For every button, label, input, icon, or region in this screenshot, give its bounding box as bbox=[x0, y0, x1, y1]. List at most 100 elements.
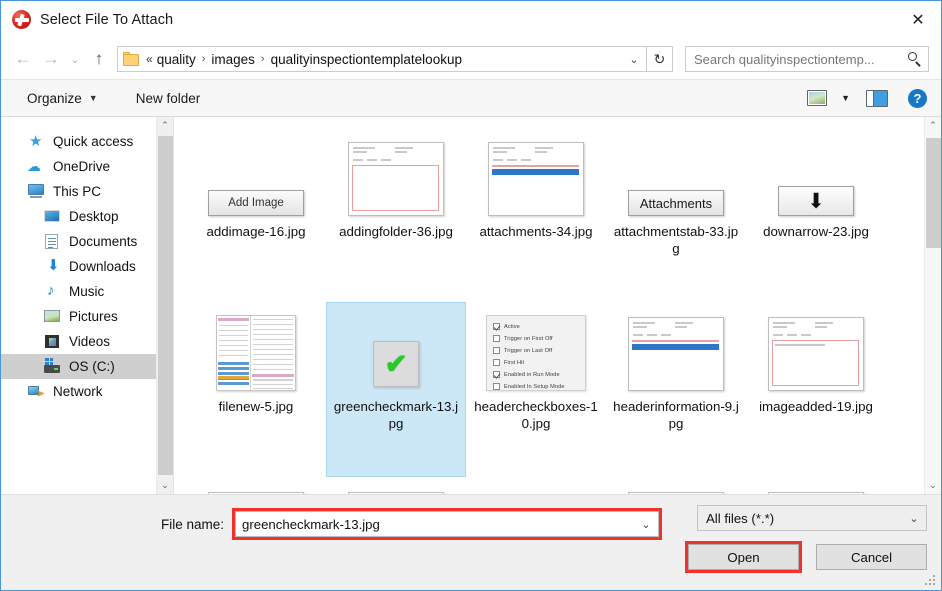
file-tile-attachmentstab-33[interactable]: Attachments attachmentstab-33.jpg bbox=[606, 127, 746, 302]
search-input[interactable] bbox=[694, 51, 906, 67]
file-tile[interactable] bbox=[186, 477, 326, 494]
file-name-input[interactable] bbox=[242, 516, 637, 532]
file-tile[interactable] bbox=[746, 477, 886, 494]
file-tile-attachments-34[interactable]: attachments-34.jpg bbox=[466, 127, 606, 302]
file-thumbnail: Attachments bbox=[617, 132, 735, 216]
cloud-icon: ☁ bbox=[27, 158, 41, 174]
chevron-down-icon[interactable]: ⌄ bbox=[636, 518, 656, 531]
sidebar-item-videos[interactable]: Videos bbox=[1, 329, 173, 354]
organize-button[interactable]: Organize ▼ bbox=[19, 87, 106, 110]
sidebar-item-label: Desktop bbox=[69, 209, 119, 224]
scrollbar-thumb[interactable] bbox=[925, 138, 941, 248]
file-tile-headercheckboxes-10[interactable]: Active Trigger on First Off Trigger on Las… bbox=[466, 302, 606, 477]
file-name-combobox[interactable]: ⌄ bbox=[235, 511, 660, 537]
thumbnail-checkbox-row: Trigger on First Off bbox=[493, 333, 585, 344]
sidebar-item-network[interactable]: ➤ Network bbox=[1, 379, 173, 404]
sidebar-item-label: OS (C:) bbox=[69, 359, 115, 374]
checkbox-icon bbox=[493, 347, 500, 354]
file-thumbnail bbox=[337, 132, 455, 216]
scrollbar-thumb[interactable] bbox=[157, 136, 173, 475]
sidebar-item-pictures[interactable]: Pictures bbox=[1, 304, 173, 329]
sidebar-item-documents[interactable]: Documents bbox=[1, 229, 173, 254]
sidebar-item-this-pc[interactable]: This PC bbox=[1, 179, 173, 204]
thumbnail-checkbox-row: First Hit bbox=[493, 357, 585, 368]
monitor-icon bbox=[27, 183, 46, 200]
breadcrumb-separator[interactable]: › bbox=[197, 53, 211, 65]
file-tile[interactable]: Images bbox=[466, 477, 606, 494]
search-box[interactable] bbox=[685, 46, 929, 72]
file-thumbnail: Images bbox=[477, 482, 595, 494]
new-folder-button[interactable]: New folder bbox=[128, 87, 209, 110]
breadcrumb-item-quality[interactable]: quality bbox=[156, 52, 197, 67]
sidebar-item-desktop[interactable]: Desktop bbox=[1, 204, 173, 229]
file-thumbnail bbox=[197, 482, 315, 494]
file-tile[interactable] bbox=[606, 477, 746, 494]
file-name-label: downarrow-23.jpg bbox=[763, 224, 869, 239]
file-tile-headerinformation-9[interactable]: headerinformation-9.jpg bbox=[606, 302, 746, 477]
close-icon[interactable]: ✕ bbox=[895, 1, 941, 38]
breadcrumb-separator[interactable]: › bbox=[256, 53, 270, 65]
breadcrumb-item-images[interactable]: images bbox=[210, 52, 256, 67]
sidebar-item-music[interactable]: ♪ Music bbox=[1, 279, 173, 304]
scroll-up-icon[interactable]: ⌃ bbox=[925, 117, 942, 134]
open-button-annotation-highlight: Open bbox=[685, 541, 802, 573]
sidebar-item-label: This PC bbox=[53, 184, 102, 199]
file-tile-imageadded-19[interactable]: imageadded-19.jpg bbox=[746, 302, 886, 477]
file-tile-filenew-5[interactable]: filenew-5.jpg bbox=[186, 302, 326, 477]
file-thumbnail bbox=[617, 482, 735, 494]
scroll-down-icon[interactable]: ⌄ bbox=[925, 477, 942, 494]
file-list-scrollbar[interactable]: ⌃ ⌄ bbox=[924, 117, 941, 494]
forward-button[interactable]: → bbox=[37, 45, 65, 73]
resize-grip[interactable] bbox=[925, 575, 937, 587]
up-button[interactable]: ↑ bbox=[85, 45, 113, 73]
view-mode-button[interactable] bbox=[803, 87, 831, 109]
thumbnail-down-arrow: ⬇ bbox=[778, 186, 854, 216]
back-button[interactable]: ← bbox=[9, 45, 37, 73]
file-tile-greencheckmark-13[interactable]: ✔ greencheckmark-13.jpg bbox=[326, 302, 466, 477]
scroll-up-icon[interactable]: ⌃ bbox=[157, 117, 174, 134]
file-tile[interactable] bbox=[326, 477, 466, 494]
command-bar: Organize ▼ New folder ▼ ? bbox=[1, 79, 941, 117]
cancel-button[interactable]: Cancel bbox=[816, 544, 927, 570]
scrollbar-track[interactable] bbox=[925, 134, 942, 477]
checkbox-label: Trigger on Last Off bbox=[504, 347, 553, 354]
navigation-list: ★ Quick access ☁ OneDrive This PC Desktop Docu… bbox=[1, 129, 173, 404]
breadcrumb-overflow[interactable]: « bbox=[146, 52, 156, 66]
open-button[interactable]: Open bbox=[688, 544, 799, 570]
video-icon bbox=[43, 333, 62, 350]
sidebar-item-os-c[interactable]: OS (C:) bbox=[1, 354, 173, 379]
music-icon: ♪ bbox=[47, 282, 55, 299]
thumbnail-checkbox-row: Trigger on Last Off bbox=[493, 345, 585, 356]
scroll-down-icon[interactable]: ⌄ bbox=[157, 477, 174, 494]
file-tile-downarrow-23[interactable]: ⬇ downarrow-23.jpg bbox=[746, 127, 886, 302]
chevron-down-icon[interactable]: ⌄ bbox=[624, 53, 644, 66]
sidebar-item-quick-access[interactable]: ★ Quick access bbox=[1, 129, 173, 154]
app-icon bbox=[12, 10, 32, 30]
file-tile-addimage-16[interactable]: Add Image addimage-16.jpg bbox=[186, 127, 326, 302]
checkbox-label: Enabled In Setup Mode bbox=[504, 383, 565, 390]
preview-pane-icon bbox=[866, 89, 888, 107]
chevron-down-icon[interactable]: ▼ bbox=[841, 93, 850, 103]
file-thumbnail bbox=[617, 307, 735, 391]
file-tile-addingfolder-36[interactable]: addingfolder-36.jpg bbox=[326, 127, 466, 302]
scrollbar-track[interactable] bbox=[157, 134, 174, 477]
file-thumbnail bbox=[757, 482, 875, 494]
file-type-select[interactable]: All files (*.*) ⌄ bbox=[697, 505, 927, 531]
recent-locations-button[interactable]: ⌄ bbox=[65, 45, 85, 73]
navigation-scrollbar[interactable]: ⌃ ⌄ bbox=[156, 117, 173, 494]
breadcrumb-bar[interactable]: « quality › images › qualityinspectionte… bbox=[117, 46, 647, 72]
document-icon bbox=[43, 233, 62, 250]
help-icon[interactable]: ? bbox=[908, 88, 927, 108]
breadcrumb-item-qualityinspectiontemplatelookup[interactable]: qualityinspectiontemplatelookup bbox=[270, 52, 463, 67]
chevron-down-icon: ▼ bbox=[88, 93, 98, 103]
sidebar-item-label: OneDrive bbox=[53, 159, 111, 174]
thumbnail-button-image: Add Image bbox=[208, 190, 304, 216]
checkbox-icon bbox=[493, 371, 500, 378]
thumbnail-checkbox-row: Enabled In Setup Mode bbox=[493, 381, 585, 392]
organize-label: Organize bbox=[27, 90, 82, 106]
sidebar-item-onedrive[interactable]: ☁ OneDrive bbox=[1, 154, 173, 179]
sidebar-item-downloads[interactable]: ⬇ Downloads bbox=[1, 254, 173, 279]
preview-pane-button[interactable] bbox=[862, 87, 892, 110]
sidebar-item-label: Network bbox=[53, 384, 103, 399]
refresh-icon[interactable]: ↻ bbox=[647, 46, 673, 72]
